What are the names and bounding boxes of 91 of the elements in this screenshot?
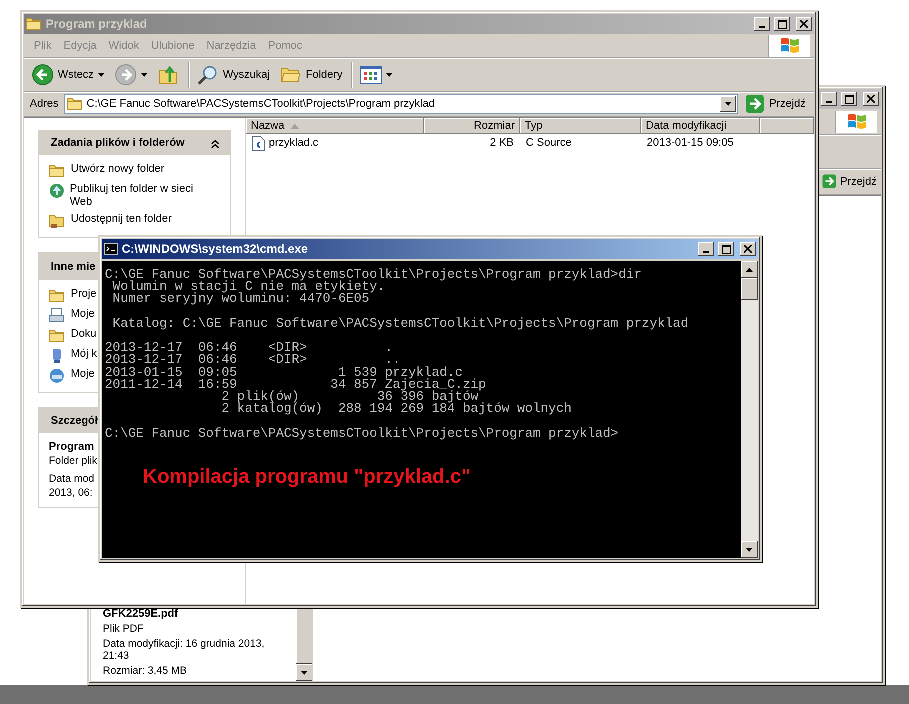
close-button[interactable] — [740, 242, 756, 256]
down-arrow-icon — [301, 670, 308, 675]
column-header[interactable]: Data modyfikacji — [641, 118, 760, 134]
dropdown-arrow-icon — [724, 102, 732, 106]
scroll-up-button[interactable] — [741, 261, 758, 278]
panel-title: Inne mie — [51, 260, 97, 272]
minimize-button[interactable] — [754, 17, 770, 31]
maximize-button[interactable] — [718, 242, 734, 256]
close-button[interactable] — [796, 17, 812, 31]
down-arrow-icon — [746, 548, 753, 552]
views-icon — [360, 66, 382, 84]
annotation-text: Kompilacja programu "przyklad.c" — [143, 466, 472, 489]
scrollbar[interactable] — [741, 261, 758, 558]
scroll-down-button[interactable] — [741, 541, 758, 558]
maximize-button[interactable] — [774, 17, 790, 31]
close-icon — [867, 95, 875, 103]
console-line: 2013-01-15 09:05 1 539 przyklad.c — [105, 366, 463, 379]
up-arrow-icon — [746, 268, 753, 272]
up-folder-icon — [158, 64, 180, 86]
task-link[interactable]: Doku — [49, 328, 97, 344]
column-header[interactable]: Nazwa — [246, 118, 424, 134]
task-link[interactable]: Publikuj ten folder w sieci Web — [49, 183, 209, 209]
detail-text: Rozmiar: 3,45 MB — [103, 665, 188, 677]
console-line: Wolumin w stacji C nie ma etykiety. — [112, 281, 386, 294]
type-cell-text: C Source — [525, 137, 573, 149]
console-line: Numer seryjny woluminu: 4470-6E05 — [112, 293, 370, 306]
dropdown-button[interactable] — [720, 96, 736, 112]
detail-text: Data modyfikacji: 16 grudnia 2013, 21:43 — [103, 638, 266, 662]
windows-logo-icon — [778, 36, 800, 56]
file-name-cell[interactable]: przyklad.c — [246, 136, 424, 150]
folder-icon — [49, 328, 65, 344]
console-line: 2 plik(ów) 36 396 bajtów — [220, 391, 479, 404]
scroll-down-button[interactable] — [296, 664, 312, 681]
folder-icon — [26, 16, 42, 32]
maximize-icon — [722, 244, 730, 254]
search-button[interactable]: Wyszukaj — [193, 60, 274, 90]
task-link[interactable]: Udostępnij ten folder — [49, 213, 172, 229]
caret-icon — [141, 72, 148, 76]
task-link[interactable]: Moje — [49, 368, 95, 384]
console-line: 2013-12-17 06:46 <DIR> . — [105, 342, 394, 354]
detail-name: Program — [49, 441, 94, 453]
collapse-chevron-icon[interactable] — [211, 138, 220, 148]
folder-icon — [49, 288, 65, 304]
close-button[interactable] — [863, 92, 879, 106]
scroll-thumb[interactable] — [741, 278, 758, 300]
minimize-button[interactable] — [698, 242, 714, 256]
window-title: Program przyklad — [46, 17, 148, 31]
folder-icon — [49, 163, 65, 179]
console-line: 2011-12-14 16:59 34 857 Zajecia_C.zip — [105, 378, 488, 391]
window-title: C:\WINDOWS\system32\cmd.exe — [122, 242, 310, 256]
detail-text: Plik PDF — [103, 623, 145, 635]
console-line: 2 katalog(ów) 288 194 269 184 bajtów wolnych — [220, 403, 573, 416]
detail-name: GFK2259E.pdf — [103, 608, 180, 620]
date-cell-text: 2013-01-15 09:05 — [646, 137, 735, 149]
task-link[interactable]: Utwórz nowy folder — [49, 163, 165, 179]
panel-title: Zadania plików i folderów — [51, 137, 186, 149]
close-icon — [800, 20, 808, 28]
minimize-button[interactable] — [821, 92, 837, 106]
shared-folder-icon — [49, 213, 65, 229]
detail-text: Data mod — [49, 473, 95, 485]
go-button[interactable]: Przejdź — [822, 174, 877, 189]
panel-title: Szczegół — [51, 414, 100, 426]
column-header[interactable]: Rozmiar — [424, 118, 520, 134]
detail-text: Folder plik — [49, 455, 98, 467]
console-line: 2013-12-17 06:46 <DIR> .. — [105, 354, 401, 367]
search-icon — [197, 64, 220, 86]
console-line: Katalog: C:\GE Fanuc Software\PACSystemsCToolkit\Projects\Program przyklad — [112, 318, 690, 330]
windows-logo-icon — [846, 112, 868, 132]
task-link[interactable]: Mój k — [49, 348, 98, 364]
address-field[interactable]: C:\GE Fanuc Software\PACSystemsCToolkit\Projects\Program przyklad — [64, 94, 738, 114]
go-arrow-icon — [822, 174, 838, 189]
task-link[interactable]: Proje — [49, 288, 97, 304]
detail-text: 2013, 06: — [49, 487, 93, 499]
go-button[interactable]: Przejdź — [741, 94, 810, 114]
folders-button[interactable]: Foldery — [276, 60, 347, 90]
folder-icon — [66, 96, 83, 112]
back-button[interactable]: Wstecz — [28, 60, 110, 90]
console-icon — [104, 243, 118, 255]
caret-icon — [98, 72, 106, 76]
c-file-icon — [252, 136, 265, 150]
maximize-button[interactable] — [841, 92, 857, 106]
console-line: C:\GE Fanuc Software\PACSystemsCToolkit\Projects\Program przyklad>dir — [105, 269, 643, 282]
maximize-icon — [778, 20, 786, 28]
column-header[interactable]: Typ — [520, 118, 641, 134]
maximize-icon — [844, 94, 854, 104]
task-link[interactable]: Moje — [49, 308, 95, 324]
address-label: Adres — [29, 98, 60, 110]
close-icon — [744, 245, 752, 253]
size-cell-text: 2 KB — [489, 137, 515, 149]
console-line: C:\GE Fanuc Software\PACSystemsCToolkit\Projects\Program przyklad> — [105, 428, 620, 440]
caret-icon — [386, 72, 393, 76]
